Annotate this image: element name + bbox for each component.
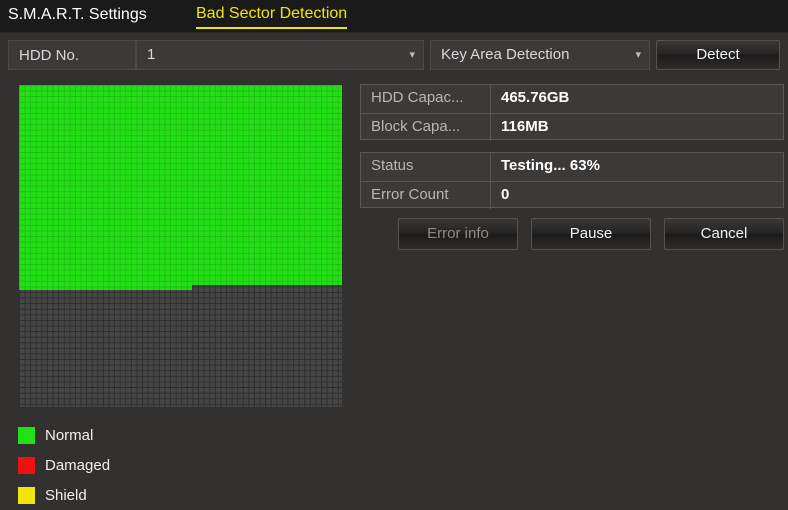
hdd-capacity-label: HDD Capac... bbox=[361, 85, 491, 113]
legend-label-normal: Normal bbox=[45, 426, 94, 444]
hdd-no-label: HDD No. bbox=[8, 40, 136, 70]
table-row: Status Testing... 63% bbox=[361, 153, 783, 181]
status-value: Testing... 63% bbox=[501, 157, 600, 174]
legend-swatch-damaged bbox=[18, 456, 35, 474]
hdd-no-value: 1 bbox=[147, 46, 156, 63]
table-row: Error Count 0 bbox=[361, 181, 783, 209]
table-row: HDD Capac... 465.76GB bbox=[361, 85, 783, 113]
status-table: Status Testing... 63% Error Count 0 bbox=[360, 152, 784, 209]
sector-map-tested-partial-row bbox=[19, 284, 192, 291]
tab-smart-settings[interactable]: S.M.A.R.T. Settings bbox=[8, 0, 147, 32]
hdd-no-select[interactable]: 1 ▾ bbox=[136, 40, 424, 70]
capacity-table: HDD Capac... 465.76GB Block Capa... 116M… bbox=[360, 84, 784, 141]
block-capacity-label: Block Capa... bbox=[361, 114, 491, 141]
legend-item-damaged: Damaged bbox=[18, 450, 258, 480]
chevron-down-icon[interactable]: ▾ bbox=[409, 41, 415, 69]
hdd-capacity-value: 465.76GB bbox=[501, 89, 570, 106]
block-capacity-value: 116MB bbox=[501, 118, 549, 135]
action-button-row: Error info Pause Cancel bbox=[398, 218, 784, 250]
detection-mode-select[interactable]: Key Area Detection ▾ bbox=[430, 40, 650, 70]
table-row: Block Capa... 116MB bbox=[361, 113, 783, 141]
tab-bad-sector-detection[interactable]: Bad Sector Detection bbox=[196, 0, 348, 29]
detection-mode-value: Key Area Detection bbox=[441, 46, 570, 63]
detect-button[interactable]: Detect bbox=[656, 40, 780, 70]
legend-swatch-normal bbox=[18, 426, 35, 444]
tab-bar: S.M.A.R.T. Settings Bad Sector Detection bbox=[0, 0, 788, 33]
legend-label-shield: Shield bbox=[45, 486, 87, 504]
error-info-button[interactable]: Error info bbox=[398, 218, 518, 250]
selector-row: HDD No. 1 ▾ Key Area Detection ▾ Detect bbox=[0, 38, 788, 76]
legend-label-damaged: Damaged bbox=[45, 456, 111, 474]
sector-map-tested bbox=[19, 85, 342, 285]
error-count-label: Error Count bbox=[361, 182, 491, 209]
status-label: Status bbox=[361, 153, 491, 181]
cancel-button[interactable]: Cancel bbox=[664, 218, 784, 250]
legend-item-normal: Normal bbox=[18, 420, 258, 450]
chevron-down-icon[interactable]: ▾ bbox=[635, 41, 641, 69]
pause-button[interactable]: Pause bbox=[531, 218, 651, 250]
legend-item-shield: Shield bbox=[18, 480, 258, 510]
legend: Normal Damaged Shield bbox=[18, 420, 258, 510]
sector-map bbox=[19, 85, 342, 407]
legend-swatch-shield bbox=[18, 486, 35, 504]
error-count-value: 0 bbox=[501, 186, 510, 203]
